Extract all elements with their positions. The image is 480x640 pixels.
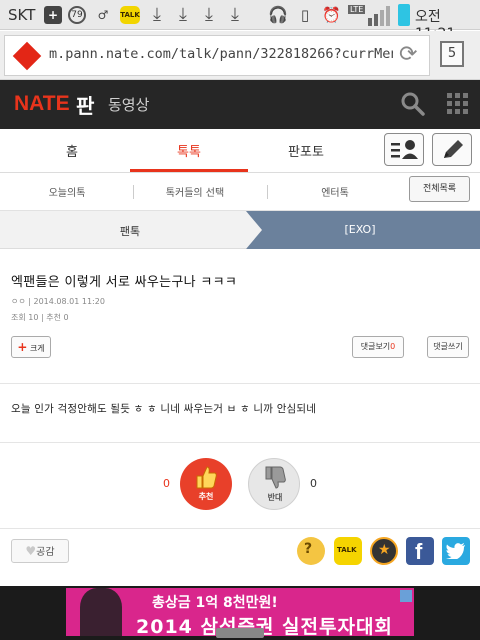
comment-count: 0 bbox=[390, 342, 396, 351]
nate-favicon-icon bbox=[12, 41, 42, 71]
download-icon: ⤓ bbox=[179, 4, 187, 25]
subtab-talkers-choice[interactable]: 톡커들의 선택 bbox=[140, 184, 250, 199]
sympathy-label: 공감 bbox=[36, 547, 55, 558]
signal-icon bbox=[380, 10, 384, 26]
divider bbox=[0, 528, 480, 529]
alarm-icon: ⏰ bbox=[322, 6, 341, 24]
divider bbox=[0, 442, 480, 443]
notification-count-badge: 79 bbox=[68, 6, 86, 24]
category-fantalk[interactable]: 팬톡 bbox=[90, 223, 170, 239]
plus-icon: + bbox=[17, 340, 28, 354]
download-icon: ⤓ bbox=[231, 4, 239, 25]
thumbs-up-icon bbox=[196, 466, 217, 489]
browser-toolbar: m.pann.nate.com/talk/pann/322818266?curr… bbox=[0, 31, 480, 80]
downvote-button[interactable]: 반대 bbox=[248, 458, 300, 510]
post-author-date: ㅇㅇ | 2014.08.01 11:20 bbox=[11, 297, 105, 306]
sub-tabs: 오늘의톡 톡커들의 선택 엔터톡 전체목록 bbox=[0, 173, 480, 211]
upvote-count: 0 bbox=[163, 477, 170, 490]
main-tabs: 홈 톡톡 판포토 bbox=[0, 129, 480, 173]
search-icon[interactable] bbox=[400, 91, 426, 117]
write-post-button[interactable] bbox=[432, 133, 472, 166]
ad-headline: 총상금 1억 8천만원! bbox=[152, 595, 278, 611]
kakaotalk-icon: TALK bbox=[120, 6, 140, 24]
battery-icon bbox=[398, 4, 410, 26]
category-exo[interactable]: [EXO] bbox=[320, 223, 400, 236]
divider bbox=[267, 185, 268, 199]
subtab-enter[interactable]: 엔터톡 bbox=[280, 184, 390, 199]
profile-list-icon bbox=[391, 140, 418, 159]
thumbs-down-icon bbox=[265, 466, 286, 489]
carrier-label: SKT bbox=[8, 6, 36, 24]
downvote-label: 반대 bbox=[267, 493, 283, 502]
pencil-icon bbox=[444, 140, 463, 158]
breadcrumb-arrow bbox=[246, 211, 262, 249]
sympathy-button[interactable]: ♥공감 bbox=[11, 539, 69, 563]
divider bbox=[0, 383, 480, 384]
signal-icon bbox=[368, 18, 372, 26]
share-comment-icon[interactable]: ? bbox=[297, 537, 325, 565]
nate-logo[interactable]: NATE bbox=[14, 92, 70, 116]
enlarge-text-button[interactable]: + 크게 bbox=[11, 336, 51, 358]
enlarge-label: 크게 bbox=[29, 344, 45, 353]
signal-icon bbox=[374, 14, 378, 26]
active-tab-indicator bbox=[130, 169, 248, 172]
subtab-today[interactable]: 오늘의톡 bbox=[12, 184, 122, 199]
app-notification-icon: ♂ bbox=[97, 8, 109, 22]
tab-home[interactable]: 홈 bbox=[32, 141, 112, 160]
all-list-button[interactable]: 전체목록 bbox=[409, 176, 470, 202]
ad-info-icon[interactable] bbox=[400, 590, 412, 602]
facebook-share-icon[interactable]: f bbox=[406, 537, 434, 565]
view-comments-label: 댓글보기 bbox=[360, 342, 391, 351]
downvote-count: 0 bbox=[310, 477, 317, 490]
view-comments-button[interactable]: 댓글보기0 bbox=[352, 336, 404, 358]
tab-talktalk[interactable]: 톡톡 bbox=[149, 141, 229, 160]
menu-grid-icon[interactable] bbox=[447, 93, 469, 115]
divider bbox=[133, 185, 134, 199]
vibrate-icon: ▯ bbox=[300, 6, 310, 24]
category-bar: 팬톡 [EXO] bbox=[0, 211, 480, 249]
pan-logo[interactable]: 판 bbox=[76, 90, 94, 119]
upvote-label: 추천 bbox=[198, 492, 214, 501]
site-header: NATE 판 동영상 bbox=[0, 80, 480, 129]
my-profile-button[interactable] bbox=[384, 133, 424, 166]
post-title: 엑팬들은 이렇게 서로 싸우는구나 ㅋㅋㅋ bbox=[11, 275, 238, 290]
url-text[interactable]: m.pann.nate.com/talk/pann/322818266?curr… bbox=[49, 46, 393, 62]
status-bar: SKT + 79 ♂ TALK ⤓ ⤓ ⤓ ⤓ 🎧 ▯ ⏰ LTE 오전 11:… bbox=[0, 0, 480, 42]
signal-icon bbox=[386, 6, 390, 26]
twitter-share-icon[interactable] bbox=[442, 537, 470, 565]
reload-icon[interactable]: ⟳ bbox=[399, 42, 417, 67]
network-type-label: LTE bbox=[348, 5, 366, 14]
download-icon: ⤓ bbox=[153, 4, 161, 25]
ad-model-image bbox=[80, 588, 122, 636]
plus-notification-icon: + bbox=[44, 6, 62, 24]
video-link[interactable]: 동영상 bbox=[108, 94, 149, 115]
upvote-button[interactable]: 추천 bbox=[180, 458, 232, 510]
post-stats: 조회 10 | 추천 0 bbox=[11, 313, 69, 322]
kakaotalk-share-icon[interactable]: TALK bbox=[334, 537, 362, 565]
heart-icon: ♥ bbox=[25, 544, 37, 558]
screen: SKT + 79 ♂ TALK ⤓ ⤓ ⤓ ⤓ 🎧 ▯ ⏰ LTE 오전 11:… bbox=[0, 0, 480, 640]
drag-handle[interactable] bbox=[216, 628, 264, 638]
address-bar[interactable]: m.pann.nate.com/talk/pann/322818266?curr… bbox=[4, 35, 430, 76]
download-icon: ⤓ bbox=[205, 4, 213, 25]
tab-switcher-button[interactable]: 5 bbox=[440, 41, 464, 67]
post-body: 오늘 인가 걱정안해도 될듯 ㅎ ㅎ 니네 싸우는거 ㅂ ㅎ 니까 안심되네 bbox=[11, 403, 317, 415]
headphones-icon: 🎧 bbox=[268, 5, 288, 24]
kakaostory-share-icon[interactable]: ★ bbox=[370, 537, 398, 565]
ad-subheadline: 2014 삼성증권 실전투자대회 bbox=[136, 616, 393, 636]
tab-pann-photo[interactable]: 판포토 bbox=[266, 141, 346, 160]
write-comment-button[interactable]: 댓글쓰기 bbox=[427, 336, 469, 358]
